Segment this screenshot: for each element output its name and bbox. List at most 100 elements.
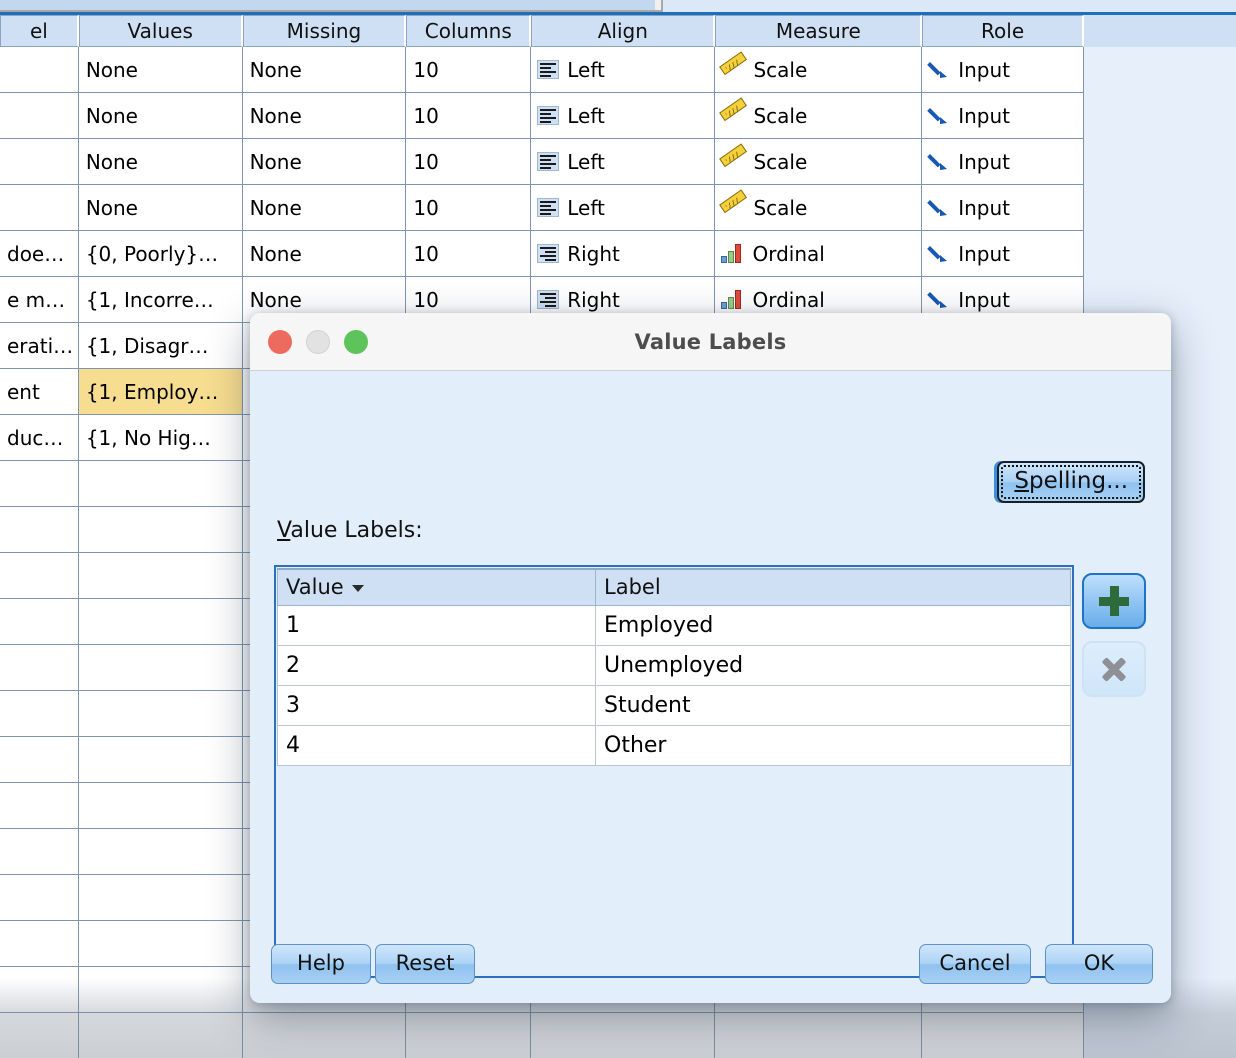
sort-descending-icon[interactable] [351, 584, 364, 592]
cell-align[interactable]: Left [531, 47, 716, 93]
cell-values[interactable]: None [78, 185, 243, 231]
column-header-align[interactable]: Align [531, 15, 716, 47]
cell-values[interactable]: {0, Poorly}… [78, 231, 243, 277]
cell-values[interactable] [78, 921, 243, 967]
cell-values[interactable] [78, 507, 243, 553]
cell-values[interactable] [78, 737, 243, 783]
cell-missing[interactable]: None [242, 47, 407, 93]
cell-values[interactable] [78, 1013, 243, 1058]
table-row[interactable]: None None 10 Left Scale Input [0, 139, 1084, 185]
label-cell[interactable]: Unemployed [595, 644, 1071, 686]
scrollbar-thumb[interactable] [0, 0, 655, 10]
cell-missing[interactable]: None [242, 185, 407, 231]
cell-values[interactable] [78, 783, 243, 829]
cell-columns[interactable]: 10 [406, 93, 532, 139]
cell-measure[interactable]: Scale [715, 93, 923, 139]
cell-label[interactable] [0, 507, 79, 553]
dialog-titlebar[interactable]: Value Labels [250, 313, 1171, 371]
cell-role[interactable]: Input [922, 139, 1084, 185]
cell-missing[interactable]: None [242, 139, 407, 185]
cell-role[interactable] [922, 1013, 1084, 1058]
cell-measure[interactable]: Ordinal [715, 231, 923, 277]
scrollbar-track[interactable] [0, 0, 663, 12]
cell-label[interactable]: ent [0, 369, 79, 415]
cell-values[interactable] [78, 875, 243, 921]
cell-label[interactable]: duc… [0, 415, 79, 461]
cell-columns[interactable] [406, 1013, 532, 1058]
horizontal-scrollbar[interactable] [0, 0, 1236, 12]
spelling-button[interactable]: Spelling... [997, 461, 1145, 504]
value-cell[interactable]: 4 [277, 724, 596, 766]
cell-label[interactable] [0, 139, 79, 185]
cell-missing[interactable] [242, 1013, 407, 1058]
cell-role[interactable]: Input [922, 231, 1084, 277]
cell-align[interactable]: Left [531, 185, 716, 231]
label-cell[interactable]: Employed [595, 604, 1071, 646]
cell-align[interactable]: Left [531, 93, 716, 139]
cell-role[interactable]: Input [922, 185, 1084, 231]
list-item[interactable]: 1 Employed [277, 604, 1071, 646]
cell-label[interactable]: doe… [0, 231, 79, 277]
value-cell[interactable]: 3 [277, 684, 596, 726]
cell-columns[interactable]: 10 [406, 231, 532, 277]
cell-align[interactable]: Left [531, 139, 716, 185]
table-row[interactable]: None None 10 Left Scale Input [0, 47, 1084, 93]
value-column-header[interactable]: Value [277, 568, 596, 606]
cell-label[interactable] [0, 829, 79, 875]
list-item[interactable]: 4 Other [277, 724, 1071, 766]
cell-values[interactable]: None [78, 139, 243, 185]
cell-label[interactable] [0, 47, 79, 93]
table-row[interactable]: None None 10 Left Scale Input [0, 93, 1084, 139]
cell-label[interactable] [0, 599, 79, 645]
cell-measure[interactable]: Scale [715, 47, 923, 93]
column-header-columns[interactable]: Columns [406, 15, 532, 47]
cancel-button[interactable]: Cancel [919, 944, 1031, 984]
label-cell[interactable]: Other [595, 724, 1071, 766]
cell-values[interactable]: None [78, 47, 243, 93]
add-value-label-button[interactable] [1082, 573, 1146, 629]
cell-label[interactable] [0, 185, 79, 231]
cell-label[interactable] [0, 1013, 79, 1058]
cell-align[interactable]: Right [531, 231, 716, 277]
list-item[interactable]: 3 Student [277, 684, 1071, 726]
cell-measure[interactable]: Scale [715, 139, 923, 185]
cell-values[interactable]: {1, Disagr… [78, 323, 243, 369]
cell-measure[interactable] [715, 1013, 923, 1058]
cell-values[interactable] [78, 461, 243, 507]
cell-label[interactable] [0, 691, 79, 737]
cell-role[interactable]: Input [922, 93, 1084, 139]
cell-values[interactable]: {1, No Hig… [78, 415, 243, 461]
remove-value-label-button[interactable] [1082, 641, 1146, 697]
value-labels-listbox[interactable]: Value Label 1 Employed 2 Unemployed 3 Student… [274, 565, 1074, 978]
cell-label[interactable] [0, 783, 79, 829]
cell-values[interactable] [78, 691, 243, 737]
column-header-missing[interactable]: Missing [242, 15, 407, 47]
reset-button[interactable]: Reset [375, 944, 475, 984]
cell-values[interactable]: {1, Incorre… [78, 277, 243, 323]
cell-values[interactable] [78, 829, 243, 875]
column-header-measure[interactable]: Measure [715, 15, 923, 47]
cell-values[interactable] [78, 553, 243, 599]
cell-missing[interactable]: None [242, 93, 407, 139]
cell-label[interactable] [0, 737, 79, 783]
cell-values[interactable]: {1, Employ… [78, 369, 243, 415]
cell-columns[interactable]: 10 [406, 47, 532, 93]
cell-values[interactable] [78, 599, 243, 645]
cell-measure[interactable]: Scale [715, 185, 923, 231]
cell-values[interactable]: None [78, 93, 243, 139]
cell-label[interactable] [0, 93, 79, 139]
cell-label[interactable]: erati… [0, 323, 79, 369]
cell-values[interactable] [78, 645, 243, 691]
cell-label[interactable] [0, 967, 79, 1013]
table-row[interactable] [0, 1013, 1084, 1058]
column-header-values[interactable]: Values [78, 15, 243, 47]
cell-label[interactable] [0, 645, 79, 691]
table-row[interactable]: None None 10 Left Scale Input [0, 185, 1084, 231]
column-header-role[interactable]: Role [922, 15, 1084, 47]
cell-role[interactable]: Input [922, 47, 1084, 93]
column-header-label[interactable]: el [0, 15, 79, 47]
cell-values[interactable] [78, 967, 243, 1013]
cell-align[interactable] [531, 1013, 716, 1058]
cell-label[interactable] [0, 461, 79, 507]
value-cell[interactable]: 2 [277, 644, 596, 686]
